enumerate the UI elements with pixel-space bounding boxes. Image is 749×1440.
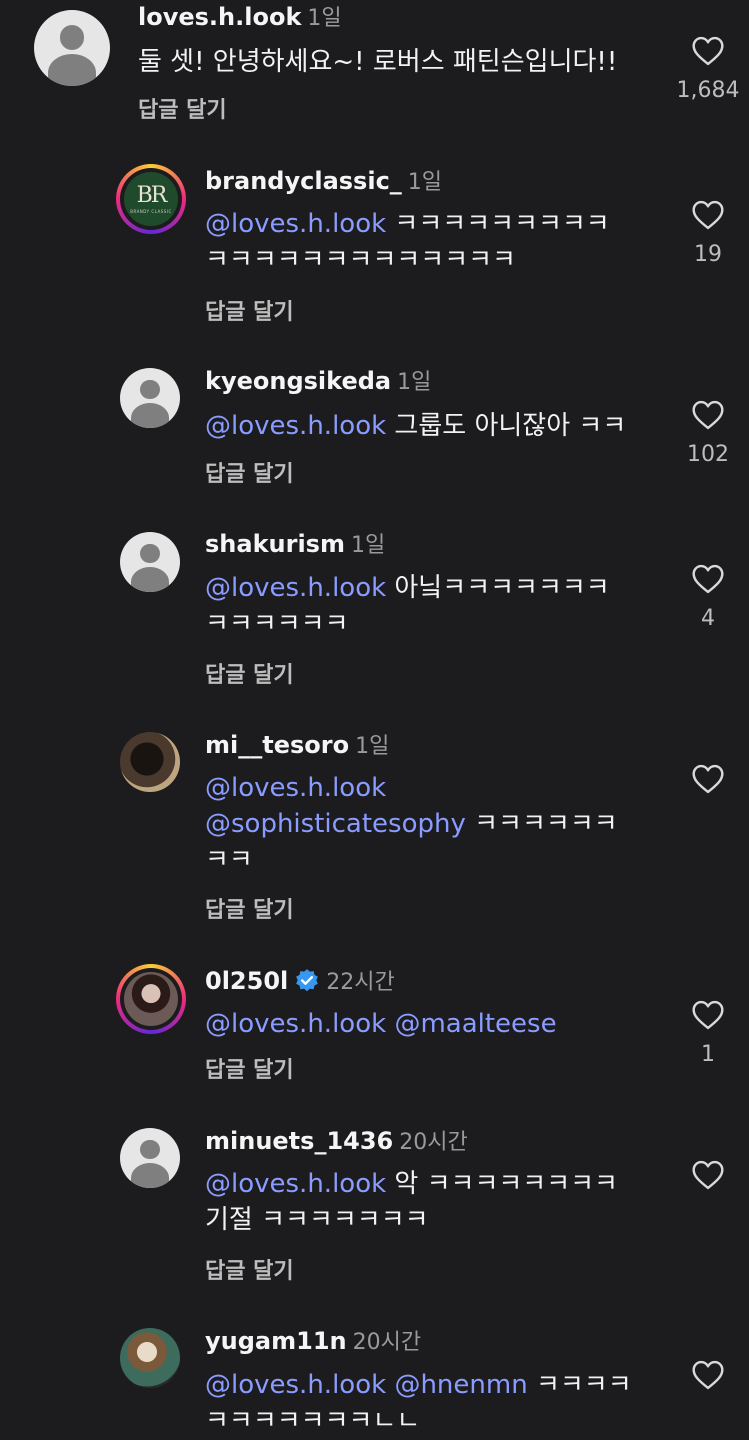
comment-time: 20시간 [399, 1130, 468, 1155]
comment-username[interactable]: shakurism 1일 [205, 529, 385, 561]
comment-time: 1일 [350, 533, 386, 558]
avatar[interactable]: BR BRANDY CLASSIC [116, 164, 186, 234]
profile-photo [120, 732, 180, 792]
like-button[interactable]: 1,684 [676, 36, 740, 103]
mention-link[interactable]: @loves.h.look [205, 773, 386, 803]
comment-text: @loves.h.look @hnenmn ㅋㅋㅋㅋ ㅋㅋㅋㅋㅋㅋㅋㄴㄴ [205, 1370, 632, 1436]
like-button[interactable] [676, 764, 740, 794]
comment-time: 1일 [397, 370, 432, 395]
avatar[interactable] [120, 368, 180, 428]
mention-link[interactable]: @loves.h.look [205, 411, 386, 441]
comment-text: @loves.h.look 아닠ㅋㅋㅋㅋㅋㅋㅋ ㅋㅋㅋㅋㅋㅋ [205, 573, 610, 639]
comment-text: 둘 셋! 안녕하세요~! 로버스 패틴슨입니다!! [138, 47, 618, 77]
comment-username[interactable]: mi__tesoro 1일 [205, 730, 389, 762]
like-button[interactable] [676, 1360, 740, 1390]
comment-text: @loves.h.look 그룹도 아니잖아 ㅋㅋ [205, 411, 627, 441]
heart-icon[interactable] [691, 1160, 725, 1190]
mention-link[interactable]: @hnenmn [394, 1370, 527, 1400]
mention-link[interactable]: @loves.h.look [205, 573, 386, 603]
default-avatar-icon [140, 380, 160, 400]
mention-link[interactable]: @maalteese [394, 1009, 556, 1039]
comment-username[interactable]: minuets_1436 20시간 [205, 1126, 468, 1158]
heart-icon[interactable] [691, 764, 725, 794]
comment-username[interactable]: brandyclassic_ 1일 [205, 166, 442, 198]
avatar[interactable] [120, 732, 180, 792]
comment-text: @loves.h.look @sophisticatesophy ㅋㅋㅋㅋㅋㅋ … [205, 773, 618, 875]
like-count: 1 [701, 1042, 715, 1067]
comment-time: 1일 [407, 170, 443, 195]
mention-link[interactable]: @loves.h.look [205, 1009, 386, 1039]
like-count: 4 [701, 606, 715, 631]
heart-icon[interactable] [691, 36, 725, 66]
profile-photo [120, 1328, 180, 1388]
heart-icon[interactable] [691, 1000, 725, 1030]
comment-text: @loves.h.look @maalteese [205, 1006, 557, 1042]
default-avatar-icon [140, 1140, 160, 1160]
like-count: 1,684 [676, 78, 740, 103]
reply-button[interactable]: 답글 달기 [205, 1253, 294, 1285]
avatar[interactable] [120, 532, 180, 592]
mention-link[interactable]: @loves.h.look [205, 1370, 386, 1400]
comment-time: 1일 [355, 734, 390, 759]
like-button[interactable] [676, 1160, 740, 1190]
avatar[interactable] [120, 1328, 180, 1388]
mention-link[interactable]: @sophisticatesophy [205, 809, 466, 839]
default-avatar-icon [140, 544, 160, 564]
avatar[interactable] [120, 1128, 180, 1188]
reply-button[interactable]: 답글 달기 [205, 294, 294, 326]
comment-time: 20시간 [352, 1330, 422, 1355]
like-button[interactable]: 102 [676, 400, 740, 467]
reply-button[interactable]: 답글 달기 [205, 1052, 294, 1084]
reply-button[interactable]: 답글 달기 [138, 92, 227, 124]
avatar[interactable] [116, 964, 186, 1034]
heart-icon[interactable] [691, 1360, 725, 1390]
comment-username[interactable]: kyeongsikeda 1일 [205, 366, 431, 398]
comment-text: @loves.h.look ㅋㅋㅋㅋㅋㅋㅋㅋㅋ ㅋㅋㅋㅋㅋㅋㅋㅋㅋㅋㅋㅋㅋ [205, 209, 610, 275]
like-count: 19 [694, 242, 722, 267]
reply-button[interactable]: 답글 달기 [205, 892, 294, 924]
heart-icon[interactable] [691, 400, 725, 430]
like-button[interactable]: 1 [676, 1000, 740, 1067]
like-count: 102 [687, 442, 729, 467]
brand-logo: BR BRANDY CLASSIC [124, 172, 178, 226]
comment-text: @loves.h.look 악 ㅋㅋㅋㅋㅋㅋㅋㅋ 기절 ㅋㅋㅋㅋㅋㅋㅋ [205, 1169, 618, 1235]
comment-username[interactable]: yugam11n 20시간 [205, 1326, 421, 1358]
avatar[interactable] [34, 10, 110, 86]
comment-username[interactable]: 0l250l 22시간 [205, 966, 395, 998]
default-avatar-icon [59, 25, 85, 50]
reply-button[interactable]: 답글 달기 [205, 456, 294, 488]
comment-username[interactable]: loves.h.look 1일 [138, 2, 342, 34]
heart-icon[interactable] [691, 200, 725, 230]
comment-time: 1일 [307, 6, 342, 31]
like-button[interactable]: 4 [676, 564, 740, 631]
verified-badge-icon [296, 969, 319, 992]
reply-button[interactable]: 답글 달기 [205, 657, 294, 689]
profile-photo [124, 972, 178, 1026]
mention-link[interactable]: @loves.h.look [205, 1169, 386, 1199]
mention-link[interactable]: @loves.h.look [205, 209, 386, 239]
heart-icon[interactable] [691, 564, 725, 594]
like-button[interactable]: 19 [676, 200, 740, 267]
comment-time: 22시간 [326, 970, 395, 995]
